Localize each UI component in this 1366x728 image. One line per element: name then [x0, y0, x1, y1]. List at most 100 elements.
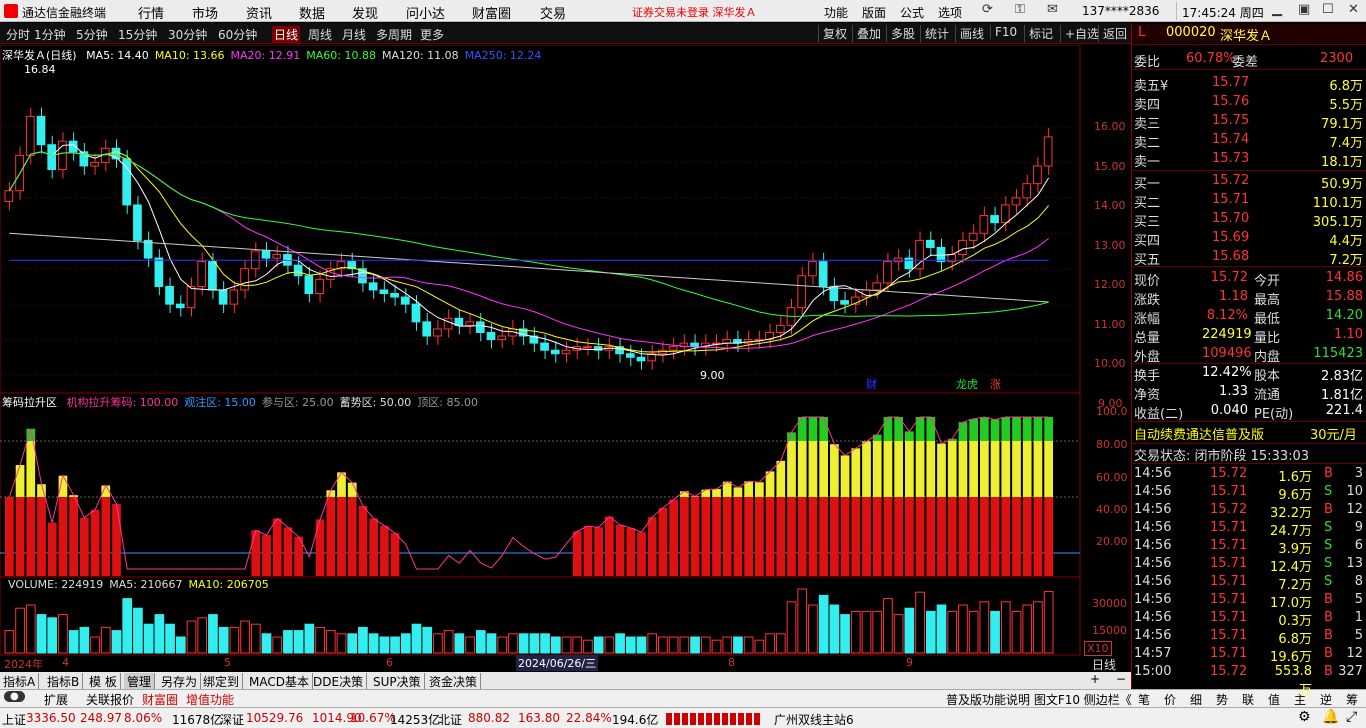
add-watchlist-button[interactable]: +自选	[1060, 25, 1099, 42]
f10-button[interactable]: F10	[990, 25, 1017, 39]
bid-row[interactable]: 买五 15.68 7.2万	[1132, 248, 1366, 268]
tab-1min[interactable]: 1分钟	[34, 26, 66, 43]
user-account[interactable]: 137****2836	[1082, 4, 1159, 18]
minus-icon[interactable]: −	[1116, 672, 1126, 686]
mail-icon[interactable]: ✉	[1047, 2, 1058, 17]
menu-ask[interactable]: 问小达	[406, 3, 445, 22]
chart-area[interactable]: 深华发Ａ(日线) MA5: 14.40 MA10: 13.66 MA20: 12.9…	[0, 44, 1131, 672]
menu-quote[interactable]: 行情	[138, 3, 164, 22]
right-tab-price[interactable]: 价	[1164, 691, 1176, 708]
restore-icon[interactable]: ▣	[1298, 2, 1310, 17]
menu-market[interactable]: 市场	[192, 3, 218, 22]
bid-row[interactable]: 买三 15.70 305.1万	[1132, 210, 1366, 230]
draw-button[interactable]: 画线	[955, 25, 984, 42]
chip-bar	[947, 497, 957, 576]
legend-item: 观注区: 15.00	[184, 396, 256, 409]
adjust-button[interactable]: 复权	[818, 25, 847, 42]
toggle-icon[interactable]: ●	[4, 691, 25, 702]
tab-indicator-a[interactable]: 指标A	[0, 673, 40, 690]
menu-wealth[interactable]: 财富圈	[472, 3, 511, 22]
finance-tag[interactable]: 财	[866, 376, 877, 392]
tab-multi-period[interactable]: 多周期	[376, 26, 412, 43]
tab-weekly[interactable]: 周线	[308, 26, 332, 43]
menu-info[interactable]: 资讯	[246, 3, 272, 22]
overlay-button[interactable]: 叠加	[852, 25, 881, 42]
bell-icon[interactable]: 🔔	[1322, 709, 1339, 725]
related-quote-tab[interactable]: 关联报价	[86, 691, 134, 708]
ad-text[interactable]: 自动续费通达信普及版	[1134, 424, 1264, 443]
right-tab-chip[interactable]: 筹	[1346, 691, 1358, 708]
tab-macd[interactable]: MACD基本	[246, 673, 313, 690]
right-tab-related[interactable]: 联	[1242, 691, 1254, 708]
lock-icon[interactable]: ⚿	[1015, 2, 1025, 17]
stat-value: 1.10	[1334, 327, 1363, 342]
menu-function[interactable]: 功能	[824, 4, 848, 21]
ask-row[interactable]: 卖四 15.76 5.5万	[1132, 93, 1366, 113]
menu-data[interactable]: 数据	[299, 3, 325, 22]
ask-row[interactable]: 卖一 15.73 18.1万	[1132, 150, 1366, 170]
tab-dde[interactable]: DDE决策	[310, 673, 368, 690]
ad-price[interactable]: 30元/月	[1310, 424, 1357, 443]
back-button[interactable]: 返回	[1098, 25, 1127, 42]
server-station[interactable]: 广州双线主站6	[774, 711, 854, 728]
feature-links[interactable]: 普及版功能说明 图文F10 侧边栏《	[946, 691, 1132, 708]
menu-discover[interactable]: 发现	[352, 3, 378, 22]
tab-daily[interactable]: 日线	[272, 26, 301, 43]
tab-30min[interactable]: 30分钟	[168, 26, 207, 43]
tab-15min[interactable]: 15分钟	[118, 26, 157, 43]
tab-bind-to[interactable]: 绑定到	[200, 673, 244, 690]
level-volume: 18.1万	[1321, 155, 1363, 170]
tick-price: 15.71	[1210, 556, 1248, 571]
tab-indicator-b[interactable]: 指标B	[44, 673, 84, 690]
price-tick: 14.00	[1094, 199, 1126, 212]
tab-5min[interactable]: 5分钟	[76, 26, 108, 43]
ask-row[interactable]: 卖二 15.74 7.4万	[1132, 131, 1366, 151]
mark-button[interactable]: 标记	[1024, 25, 1053, 42]
dragon-tiger-tag[interactable]: 龙虎	[956, 376, 978, 392]
chip-tick: 40.00	[1096, 503, 1128, 516]
limit-up-tag[interactable]: 涨	[990, 376, 1001, 392]
tick-side: B	[1324, 646, 1333, 661]
minimize-icon[interactable]: ▁	[1272, 2, 1282, 17]
value-added-tab[interactable]: 增值功能	[186, 691, 234, 708]
stats-button[interactable]: 统计	[920, 25, 949, 42]
trade-login-notice[interactable]: 证券交易未登录 深华发Ａ	[632, 4, 757, 20]
menu-options[interactable]: 选项	[938, 4, 962, 21]
expand-icon[interactable]: ⤢	[1346, 709, 1357, 725]
multi-stock-button[interactable]: 多股	[886, 25, 915, 42]
menu-formula[interactable]: 公式	[900, 4, 924, 21]
settings-icon[interactable]: ⚙	[1298, 709, 1311, 725]
tab-manage[interactable]: 管理	[124, 673, 156, 690]
app-logo-icon	[4, 4, 18, 18]
bid-row[interactable]: 买四 15.69 4.4万	[1132, 229, 1366, 249]
bid-row[interactable]: 买二 15.71 110.1万	[1132, 191, 1366, 211]
level-price: 15.71	[1212, 192, 1250, 207]
menu-trade[interactable]: 交易	[540, 3, 566, 22]
refresh-icon[interactable]: ⟳	[982, 2, 993, 17]
tab-save-as[interactable]: 另存为	[158, 673, 202, 690]
right-tab-trend[interactable]: 势	[1216, 691, 1228, 708]
maximize-icon[interactable]: ☐	[1322, 2, 1334, 17]
wealth-circle-tab[interactable]: 财富圈	[142, 691, 178, 708]
ask-row[interactable]: 卖三 15.75 79.1万	[1132, 112, 1366, 132]
tab-sup[interactable]: SUP决策	[370, 673, 425, 690]
stat-value: 115423	[1313, 346, 1363, 361]
tab-template[interactable]: 模 板	[86, 673, 121, 690]
volume-bar	[240, 620, 250, 654]
right-tab-ticks[interactable]: 笔	[1138, 691, 1150, 708]
kline-chart[interactable]	[0, 44, 1131, 657]
expand-tab[interactable]: 扩展	[44, 691, 68, 708]
candle-body	[958, 239, 967, 256]
right-tab-reverse[interactable]: 逆	[1320, 691, 1332, 708]
add-icon[interactable]: +	[1090, 672, 1100, 686]
close-icon[interactable]: ✕	[1348, 2, 1359, 17]
menu-layout[interactable]: 版面	[862, 4, 886, 21]
tab-more[interactable]: 更多	[420, 26, 444, 43]
right-tab-detail[interactable]: 细	[1190, 691, 1202, 708]
tab-timeshare[interactable]: 分时	[6, 26, 30, 43]
ask-row[interactable]: 卖五¥ 15.77 6.8万	[1132, 74, 1366, 94]
tab-60min[interactable]: 60分钟	[218, 26, 257, 43]
bid-row[interactable]: 买一 15.72 50.9万	[1132, 172, 1366, 192]
tab-monthly[interactable]: 月线	[342, 26, 366, 43]
tab-fund[interactable]: 资金决策	[426, 673, 482, 690]
